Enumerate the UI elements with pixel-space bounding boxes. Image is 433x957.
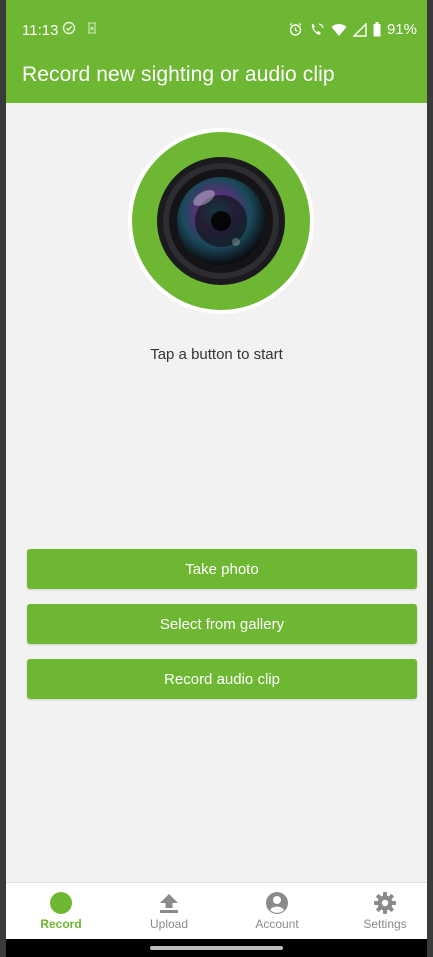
camera-lens-icon	[157, 157, 285, 285]
upload-icon	[160, 894, 178, 913]
nav-label-upload: Upload	[149, 917, 189, 931]
nav-item-upload[interactable]: Upload	[115, 883, 223, 940]
nav-item-record[interactable]: Record	[7, 883, 115, 940]
battery-icon	[373, 22, 381, 37]
status-right: 91%	[288, 21, 417, 38]
signal-icon	[352, 22, 367, 37]
app-bar: 11:13 91% Record new sighting or audio c…	[0, 0, 433, 103]
nav-item-settings[interactable]: Settings	[331, 883, 433, 940]
nav-label-account: Account	[255, 917, 299, 931]
app-notification-icon	[88, 22, 96, 34]
alarm-icon	[289, 22, 302, 36]
nav-label-record: Record	[40, 917, 82, 931]
record-audio-clip-button[interactable]: Record audio clip	[27, 659, 417, 699]
home-gesture-handle[interactable]	[150, 946, 283, 950]
nav-label-settings: Settings	[363, 917, 407, 931]
record-circle-icon	[50, 892, 72, 914]
system-gesture-bar	[0, 939, 433, 957]
start-hint: Tap a button to start	[150, 346, 283, 363]
status-time: 11:13	[22, 22, 59, 39]
select-from-gallery-button[interactable]: Select from gallery	[27, 604, 417, 644]
take-photo-button[interactable]: Take photo	[27, 549, 417, 589]
wifi-icon	[331, 23, 347, 36]
gear-icon	[374, 892, 396, 914]
page-title: Record new sighting or audio clip	[22, 63, 335, 86]
wifi-call-icon	[311, 23, 324, 35]
hero-camera-badge	[128, 128, 314, 314]
bottom-nav: Record Upload Account Settings	[0, 882, 433, 940]
hero-circle	[132, 132, 310, 310]
nav-item-account[interactable]: Account	[223, 883, 331, 940]
check-circle-icon	[62, 21, 76, 35]
status-bar: 11:13 91%	[0, 0, 433, 50]
battery-level: 91%	[386, 21, 417, 38]
status-left-icons	[62, 21, 98, 35]
account-icon	[266, 892, 288, 914]
